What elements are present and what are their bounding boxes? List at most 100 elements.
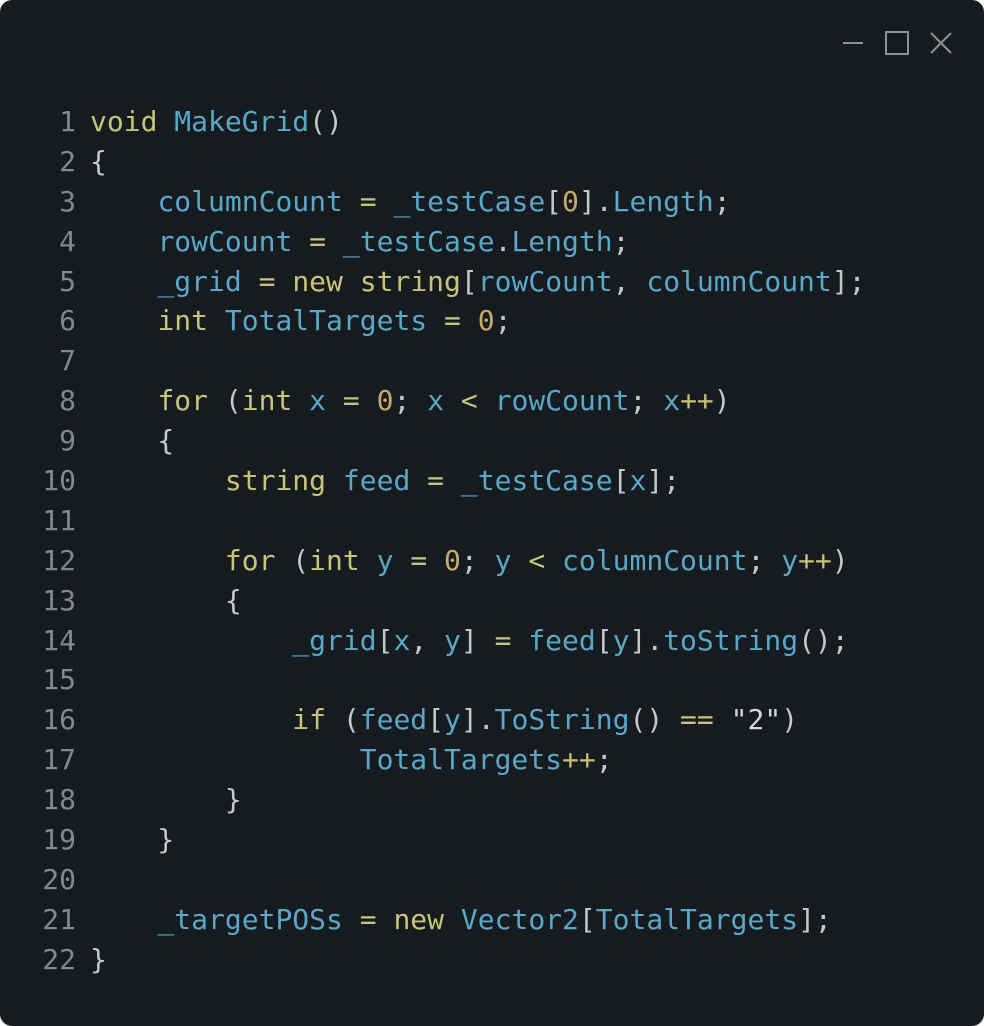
code-token: = <box>359 902 377 936</box>
code-token: Vector2 <box>460 902 579 936</box>
code-token: toString <box>663 623 799 657</box>
code-token: TotalTargets <box>359 743 563 777</box>
code-token: ]. <box>629 623 664 657</box>
code-token: 0 <box>477 304 495 338</box>
code-token: () <box>629 703 681 737</box>
line-number: 11 <box>42 503 76 537</box>
code-token: x <box>309 384 327 418</box>
code-text: _grid = new string[rowCount, columnCount… <box>90 262 865 302</box>
code-token: columnCount <box>562 543 748 577</box>
code-text: { <box>90 581 242 621</box>
code-token: for <box>224 543 276 577</box>
code-line: 20 <box>0 860 984 900</box>
code-token: y <box>444 703 461 737</box>
line-number: 4 <box>59 224 76 258</box>
code-text: _grid[x, y] = feed[y].toString(); <box>90 621 848 661</box>
code-token: = <box>427 464 445 498</box>
code-token: ] <box>460 623 495 657</box>
line-number: 9 <box>59 424 76 458</box>
code-line: 7 <box>0 341 984 381</box>
code-token: string <box>359 264 461 298</box>
code-token: int <box>157 304 209 338</box>
code-token: int <box>241 384 293 418</box>
code-text: void MakeGrid() <box>90 102 343 142</box>
close-icon[interactable] <box>928 30 954 56</box>
code-token: feed <box>359 703 428 737</box>
line-number: 10 <box>42 464 76 498</box>
code-token: x <box>393 623 411 657</box>
code-token: _testCase <box>393 184 546 218</box>
code-token: ToString <box>494 703 630 737</box>
code-token: = <box>410 543 428 577</box>
code-text: columnCount = _testCase[0].Length; <box>90 182 730 222</box>
code-token: _targetPOSs <box>157 902 343 936</box>
minimize-icon[interactable] <box>840 30 866 56</box>
line-number: 3 <box>59 184 76 218</box>
code-token: "2" <box>730 703 782 737</box>
code-token: y <box>612 623 630 657</box>
code-text: TotalTargets++; <box>90 740 613 780</box>
code-token: feed <box>528 623 596 657</box>
code-token: ]; <box>646 464 681 498</box>
code-window: 1 void MakeGrid() 2{3 columnCount = _testC… <box>0 0 984 1026</box>
code-line: 13 { <box>0 581 984 621</box>
code-token: ; <box>612 224 630 258</box>
line-number: 17 <box>42 743 76 777</box>
code-token: [ <box>460 264 478 298</box>
code-editor[interactable]: 1 void MakeGrid() 2{3 columnCount = _testC… <box>0 102 984 980</box>
code-token: [ <box>595 623 613 657</box>
code-token: ++ <box>680 384 714 418</box>
code-token: columnCount <box>646 264 832 298</box>
code-text: _targetPOSs = new Vector2[TotalTargets]; <box>90 900 831 940</box>
code-text: if (feed[y].ToString() == "2") <box>90 700 798 740</box>
code-token: new <box>292 264 343 298</box>
line-number: 19 <box>42 823 76 857</box>
code-line: 2{ <box>0 142 984 182</box>
code-text: } <box>90 820 174 860</box>
code-token: [ <box>578 902 596 936</box>
window-controls <box>840 30 954 56</box>
maximize-icon[interactable] <box>884 30 910 56</box>
code-token: } <box>90 823 175 857</box>
code-token: new <box>393 902 445 936</box>
code-token: y <box>376 543 394 577</box>
code-token: ( <box>275 543 310 577</box>
code-token: ) <box>831 543 849 577</box>
code-line: 14 _grid[x, y] = feed[y].toString(); <box>0 621 984 661</box>
code-token: ; <box>494 304 512 338</box>
code-line: 22} <box>0 940 984 980</box>
code-token: { <box>90 144 107 178</box>
code-line: 5 _grid = new string[rowCount, columnCou… <box>0 262 984 302</box>
code-token: Length <box>511 224 613 258</box>
code-text: { <box>90 421 174 461</box>
code-token: ]. <box>460 703 495 737</box>
code-token: , <box>410 623 445 657</box>
code-token: string <box>224 464 327 498</box>
code-token: . <box>494 224 512 258</box>
line-number: 18 <box>42 783 76 817</box>
code-token: y <box>494 543 512 577</box>
code-token: () <box>309 105 343 138</box>
line-number: 6 <box>59 304 76 338</box>
code-text: for (int x = 0; x < rowCount; x++) <box>90 381 730 421</box>
line-number: 21 <box>42 902 76 936</box>
code-token: y <box>444 623 461 657</box>
